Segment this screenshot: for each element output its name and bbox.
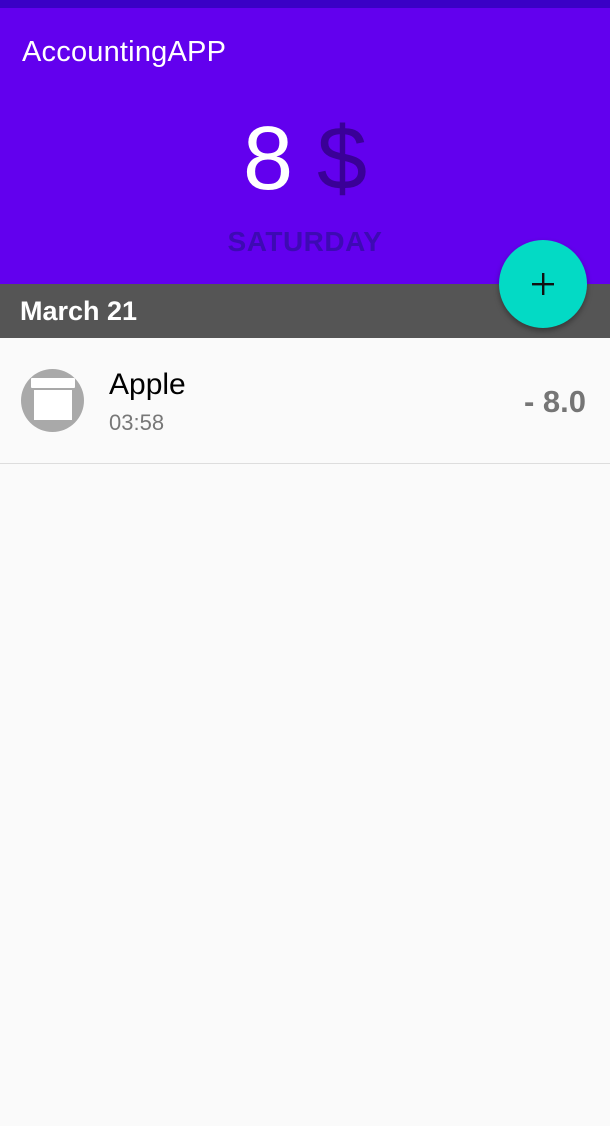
- app-header: AccountingAPP 8 $ SATURDAY: [0, 8, 610, 284]
- total-amount: 8: [242, 109, 293, 209]
- entry-time: 03:58: [109, 410, 165, 435]
- status-bar: [0, 0, 610, 8]
- archive-box-icon: [21, 369, 84, 432]
- entry-title: Apple: [109, 368, 186, 401]
- currency-symbol: $: [317, 109, 368, 209]
- date-label: March 21: [20, 296, 138, 326]
- list-item[interactable]: Apple 03:58 - 8.0: [0, 338, 610, 464]
- plus-icon: [532, 273, 554, 295]
- total-amount-row: 8 $: [0, 108, 610, 211]
- app-title: AccountingAPP: [22, 36, 227, 68]
- entry-amount: - 8.0: [523, 384, 586, 419]
- add-entry-button[interactable]: [499, 240, 587, 328]
